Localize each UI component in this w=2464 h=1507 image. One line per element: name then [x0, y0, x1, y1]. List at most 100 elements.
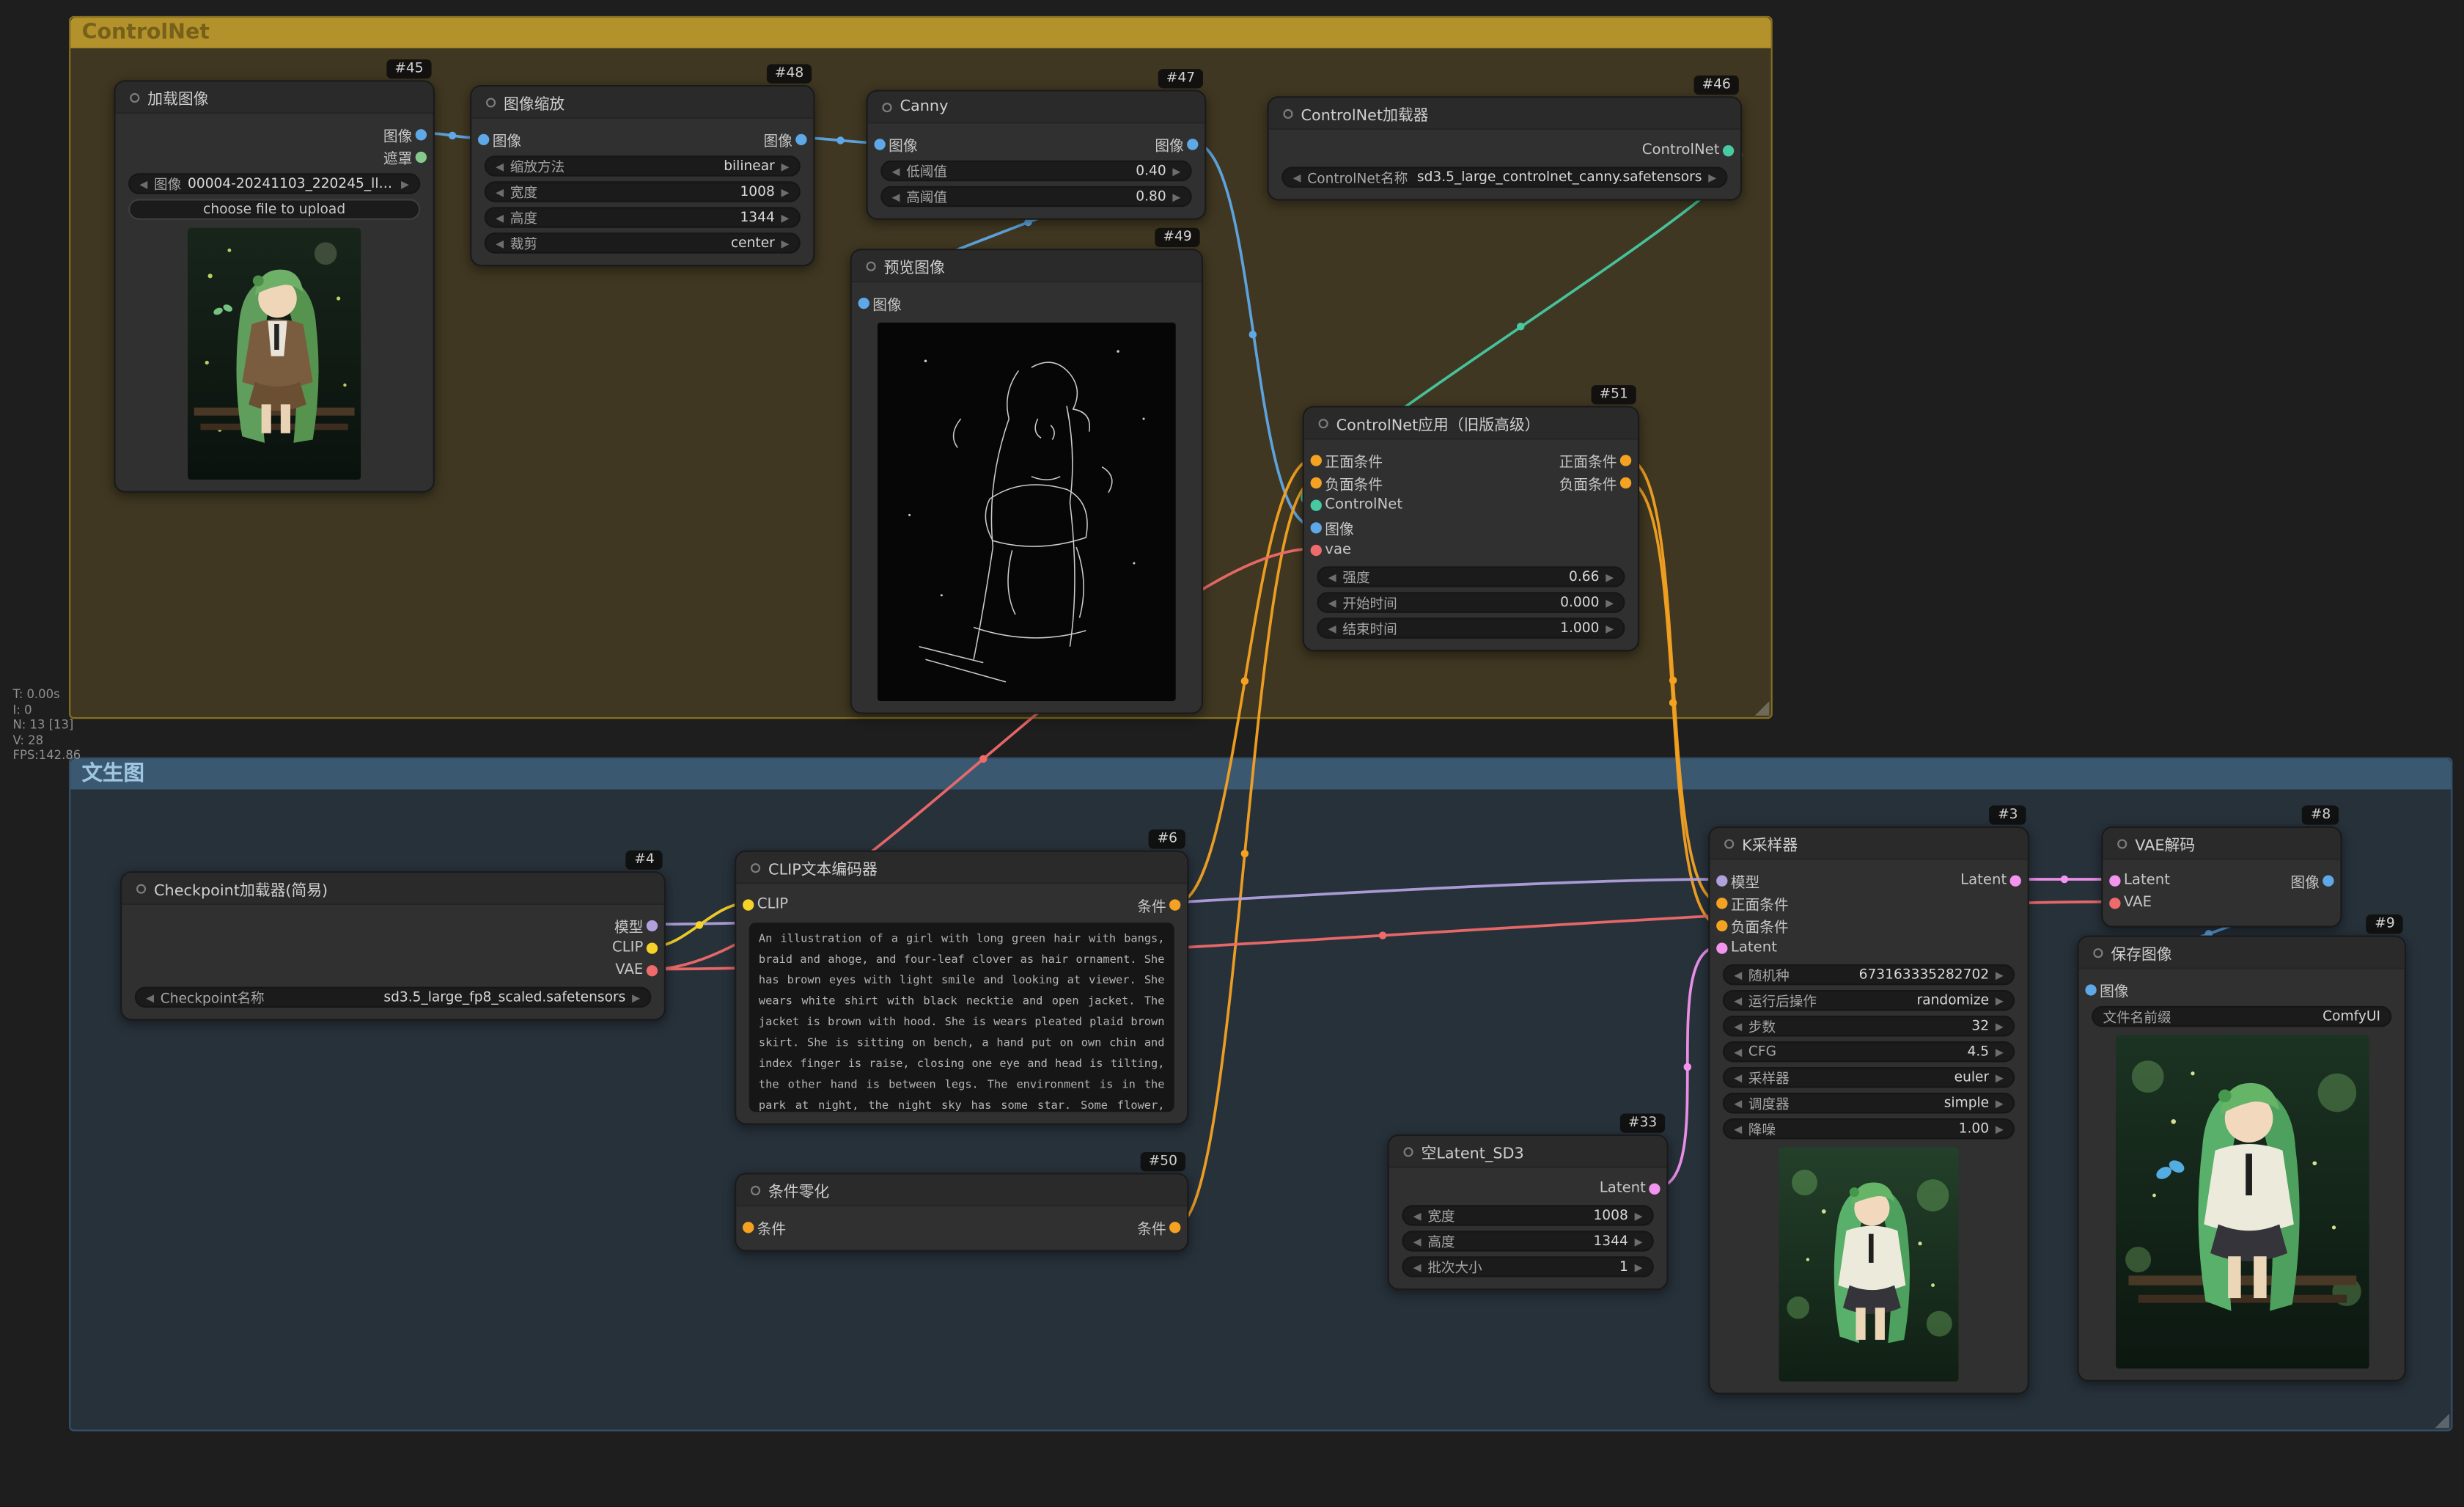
- prev-arrow-icon[interactable]: ◀: [1293, 171, 1301, 184]
- scheduler-combo[interactable]: ◀ 调度器 simple ▶: [1723, 1093, 2015, 1113]
- seed-widget[interactable]: ◀ 随机种 673163335282702 ▶: [1723, 964, 2015, 985]
- input-port-vae[interactable]: [2109, 898, 2120, 909]
- node-header[interactable]: Canny: [868, 92, 1205, 124]
- checkpoint-name-combo[interactable]: ◀ Checkpoint名称 sd3.5_large_fp8_scaled.sa…: [135, 987, 652, 1008]
- output-port-latent[interactable]: [1649, 1184, 1660, 1195]
- node-header[interactable]: 条件零化: [736, 1175, 1187, 1207]
- crop-combo[interactable]: ◀ 裁剪 center ▶: [485, 232, 801, 253]
- input-port-image[interactable]: [2085, 984, 2096, 995]
- increment-arrow-icon[interactable]: ▶: [1996, 1123, 2004, 1136]
- comfyui-canvas[interactable]: ControlNet 文生图: [0, 0, 2464, 1507]
- denoise-widget[interactable]: ◀ 降噪 1.00 ▶: [1723, 1118, 2015, 1139]
- input-port-vae[interactable]: [1311, 545, 1322, 556]
- node-header[interactable]: ControlNet加载器: [1269, 98, 1740, 130]
- increment-arrow-icon[interactable]: ▶: [1606, 596, 1614, 609]
- node-header[interactable]: 预览图像: [852, 250, 1202, 282]
- increment-arrow-icon[interactable]: ▶: [782, 186, 790, 199]
- strength-widget[interactable]: ◀ 强度 0.66 ▶: [1317, 566, 1625, 587]
- low-threshold-widget[interactable]: ◀ 低阈值 0.40 ▶: [880, 161, 1191, 181]
- prev-arrow-icon[interactable]: ◀: [139, 177, 147, 191]
- node-vae-decode[interactable]: #8 VAE解码 Latent 图像 VAE: [2101, 826, 2342, 928]
- input-port-image[interactable]: [874, 139, 885, 150]
- input-port-latent[interactable]: [2109, 876, 2120, 887]
- start-percent-widget[interactable]: ◀ 开始时间 0.000 ▶: [1317, 592, 1625, 612]
- node-save-image[interactable]: #9 保存图像 图像 文件名前缀 ComfyUI: [2077, 936, 2406, 1382]
- node-header[interactable]: 加载图像: [116, 82, 433, 114]
- increment-arrow-icon[interactable]: ▶: [1172, 190, 1180, 203]
- next-arrow-icon[interactable]: ▶: [1996, 1071, 2004, 1084]
- input-port-positive[interactable]: [1311, 455, 1322, 466]
- output-port-image[interactable]: [795, 134, 806, 145]
- collapse-dot-icon[interactable]: [1319, 418, 1328, 428]
- upload-button[interactable]: choose file to upload: [128, 199, 420, 219]
- output-port-positive[interactable]: [1620, 455, 1631, 466]
- decrement-arrow-icon[interactable]: ◀: [496, 186, 504, 199]
- decrement-arrow-icon[interactable]: ◀: [892, 190, 900, 203]
- node-header[interactable]: K采样器: [1710, 828, 2027, 860]
- high-threshold-widget[interactable]: ◀ 高阈值 0.80 ▶: [880, 186, 1191, 207]
- prompt-textarea[interactable]: An illustration of a girl with long gree…: [749, 923, 1174, 1112]
- node-header[interactable]: 空Latent_SD3: [1389, 1136, 1667, 1168]
- decrement-arrow-icon[interactable]: ◀: [1734, 968, 1742, 981]
- batch-size-widget[interactable]: ◀ 批次大小 1 ▶: [1402, 1256, 1654, 1277]
- collapse-dot-icon[interactable]: [882, 102, 891, 111]
- input-port-negative[interactable]: [1716, 920, 1727, 931]
- output-port-conditioning[interactable]: [1169, 899, 1180, 910]
- input-port-image[interactable]: [478, 134, 489, 145]
- input-port-positive[interactable]: [1716, 898, 1727, 909]
- next-arrow-icon[interactable]: ▶: [401, 177, 409, 191]
- output-port-image[interactable]: [1187, 139, 1198, 150]
- collapse-dot-icon[interactable]: [2093, 947, 2103, 957]
- end-percent-widget[interactable]: ◀ 结束时间 1.000 ▶: [1317, 617, 1625, 638]
- increment-arrow-icon[interactable]: ▶: [1172, 164, 1180, 177]
- cfg-widget[interactable]: ◀ CFG 4.5 ▶: [1723, 1041, 2015, 1062]
- group-controlnet-header[interactable]: ControlNet: [70, 18, 1770, 48]
- collapse-dot-icon[interactable]: [130, 92, 139, 102]
- next-arrow-icon[interactable]: ▶: [1996, 994, 2004, 1007]
- node-header[interactable]: ControlNet应用（旧版高级）: [1304, 408, 1638, 440]
- decrement-arrow-icon[interactable]: ◀: [1328, 622, 1336, 635]
- control-after-generate-combo[interactable]: ◀ 运行后操作 randomize ▶: [1723, 990, 2015, 1011]
- decrement-arrow-icon[interactable]: ◀: [1328, 571, 1336, 584]
- node-canny[interactable]: #47 Canny 图像 图像 ◀ 低阈值 0.40 ▶ ◀ 高阈值 0.80 …: [867, 90, 1207, 220]
- increment-arrow-icon[interactable]: ▶: [1635, 1209, 1643, 1222]
- decrement-arrow-icon[interactable]: ◀: [892, 164, 900, 177]
- prev-arrow-icon[interactable]: ◀: [146, 991, 154, 1004]
- collapse-dot-icon[interactable]: [136, 883, 146, 892]
- increment-arrow-icon[interactable]: ▶: [1996, 1045, 2004, 1058]
- decrement-arrow-icon[interactable]: ◀: [1413, 1209, 1422, 1222]
- input-port-clip[interactable]: [743, 899, 754, 910]
- node-header[interactable]: CLIP文本编码器: [736, 852, 1187, 884]
- prev-arrow-icon[interactable]: ◀: [1734, 994, 1742, 1007]
- node-empty-latent-sd3[interactable]: #33 空Latent_SD3 Latent ◀ 宽度 1008 ▶ ◀ 高度 …: [1388, 1134, 1669, 1290]
- node-header[interactable]: 保存图像: [2079, 937, 2405, 969]
- collapse-dot-icon[interactable]: [751, 862, 760, 872]
- node-checkpoint-loader[interactable]: #4 Checkpoint加载器(简易) 模型 CLIP VAE ◀ Check…: [120, 871, 666, 1020]
- output-port-image[interactable]: [416, 129, 427, 140]
- input-port-image[interactable]: [858, 298, 869, 309]
- node-ksampler[interactable]: #3 K采样器 模型 Latent 正面条件 负面条件: [1708, 826, 2029, 1395]
- node-apply-controlnet[interactable]: #51 ControlNet应用（旧版高级） 正面条件 正面条件 负面条件 负面…: [1303, 406, 1639, 652]
- increment-arrow-icon[interactable]: ▶: [1606, 622, 1614, 635]
- height-widget[interactable]: ◀ 高度 1344 ▶: [485, 207, 801, 227]
- node-header[interactable]: 图像缩放: [471, 87, 813, 119]
- group-txt2img-header[interactable]: 文生图: [70, 759, 2451, 790]
- node-load-image[interactable]: #45 加载图像 图像 遮罩 ◀ 图像 00004-20241103_22024…: [114, 80, 435, 492]
- collapse-dot-icon[interactable]: [1283, 109, 1292, 118]
- width-widget[interactable]: ◀ 宽度 1008 ▶: [485, 181, 801, 202]
- image-file-combo[interactable]: ◀ 图像 00004-20241103_220245_lll... ▶: [128, 173, 420, 194]
- increment-arrow-icon[interactable]: ▶: [1606, 571, 1614, 584]
- scale-method-combo[interactable]: ◀ 缩放方法 bilinear ▶: [485, 155, 801, 176]
- node-header[interactable]: VAE解码: [2103, 828, 2340, 860]
- output-port-latent[interactable]: [2010, 876, 2021, 887]
- output-port-controlnet[interactable]: [1723, 145, 1734, 156]
- node-preview-image[interactable]: #49 预览图像 图像: [850, 249, 1203, 714]
- next-arrow-icon[interactable]: ▶: [632, 991, 640, 1004]
- decrement-arrow-icon[interactable]: ◀: [1328, 596, 1336, 609]
- node-header[interactable]: Checkpoint加载器(简易): [122, 873, 664, 905]
- output-port-mask[interactable]: [416, 152, 427, 163]
- output-port-negative[interactable]: [1620, 477, 1631, 488]
- decrement-arrow-icon[interactable]: ◀: [496, 211, 504, 224]
- output-port-clip[interactable]: [647, 942, 658, 953]
- sampler-combo[interactable]: ◀ 采样器 euler ▶: [1723, 1067, 2015, 1088]
